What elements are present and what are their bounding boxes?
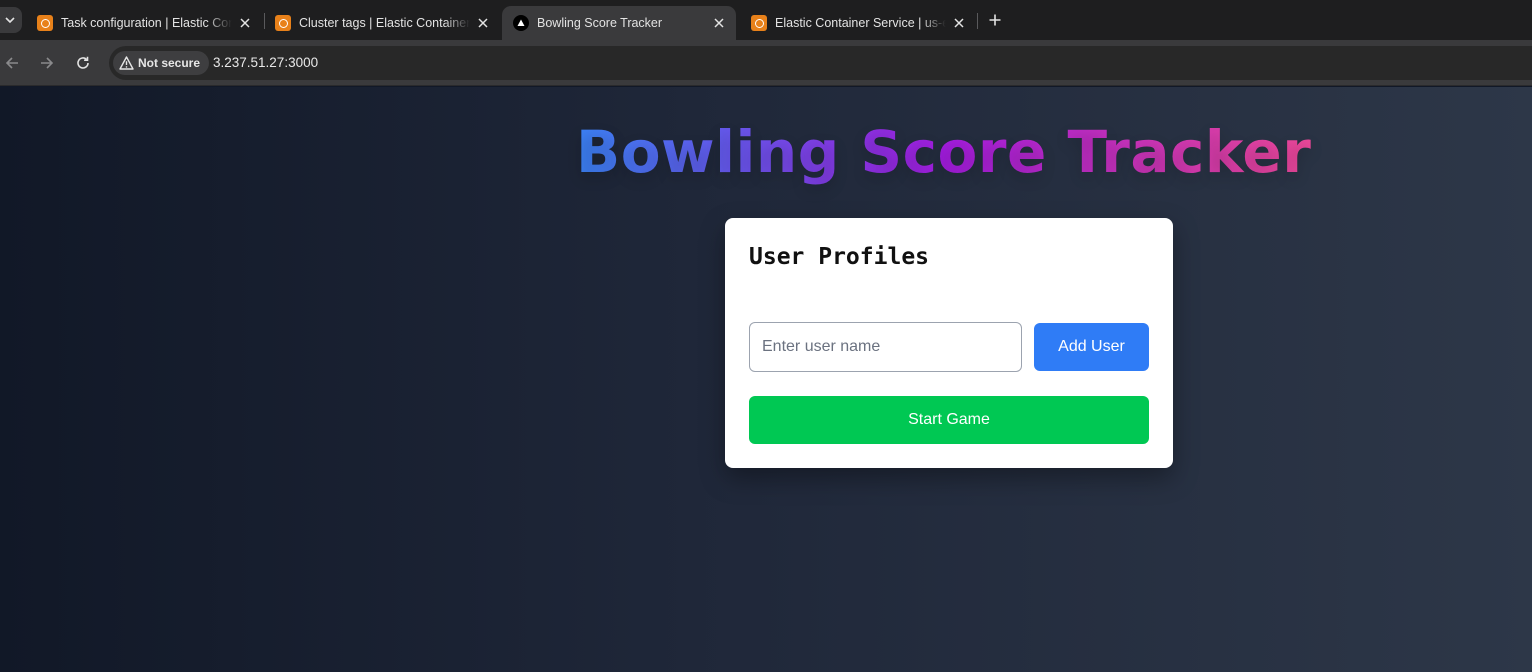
page-title: Bowling Score Tracker bbox=[0, 115, 1532, 189]
close-icon[interactable] bbox=[234, 12, 256, 34]
page-viewport: Bowling Score Tracker User Profiles Add … bbox=[0, 87, 1532, 672]
browser-tab-elastic-container-service[interactable]: Elastic Container Service | us-ea bbox=[740, 6, 976, 40]
back-button[interactable] bbox=[0, 51, 24, 75]
forward-button[interactable] bbox=[35, 51, 59, 75]
browser-tab-strip: Task configuration | Elastic Cont Cluste… bbox=[0, 0, 1532, 40]
chevron-down-icon bbox=[5, 17, 15, 24]
tab-title: Cluster tags | Elastic Container S bbox=[299, 16, 470, 30]
arrow-left-icon bbox=[5, 57, 18, 69]
security-indicator[interactable]: Not secure bbox=[113, 51, 210, 75]
reload-icon bbox=[77, 56, 89, 69]
user-name-input[interactable] bbox=[749, 322, 1022, 372]
user-profiles-heading: User Profiles bbox=[749, 244, 930, 270]
tab-separator bbox=[977, 13, 978, 29]
tab-title: Elastic Container Service | us-ea bbox=[775, 16, 946, 30]
reload-button[interactable] bbox=[71, 51, 95, 75]
tab-search-button[interactable] bbox=[0, 7, 22, 33]
browser-toolbar: Not secure 3.237.51.27:3000 bbox=[0, 40, 1532, 86]
user-profiles-card: User Profiles Add User Start Game bbox=[725, 218, 1173, 468]
arrow-right-icon bbox=[41, 57, 54, 69]
warning-icon bbox=[119, 56, 134, 70]
nextjs-icon bbox=[513, 15, 529, 31]
close-icon[interactable] bbox=[472, 12, 494, 34]
aws-ecs-icon bbox=[275, 15, 291, 31]
aws-ecs-icon bbox=[751, 15, 767, 31]
security-label: Not secure bbox=[138, 56, 201, 70]
start-game-button[interactable]: Start Game bbox=[749, 396, 1149, 444]
page-title-text: Bowling Score Tracker bbox=[576, 118, 1312, 186]
close-icon[interactable] bbox=[948, 12, 970, 34]
new-tab-button[interactable] bbox=[984, 9, 1006, 31]
address-bar[interactable]: Not secure 3.237.51.27:3000 bbox=[109, 46, 1532, 80]
plus-icon bbox=[989, 14, 1001, 26]
tab-title: Bowling Score Tracker bbox=[537, 16, 663, 30]
close-icon[interactable] bbox=[708, 12, 730, 34]
add-user-button[interactable]: Add User bbox=[1034, 323, 1149, 371]
tab-title: Task configuration | Elastic Cont bbox=[61, 16, 232, 30]
browser-tab-bowling-score-tracker[interactable]: Bowling Score Tracker bbox=[502, 6, 736, 40]
browser-tab-task-configuration[interactable]: Task configuration | Elastic Cont bbox=[26, 6, 262, 40]
aws-ecs-icon bbox=[37, 15, 53, 31]
url-text[interactable]: 3.237.51.27:3000 bbox=[213, 55, 318, 70]
browser-tab-cluster-tags[interactable]: Cluster tags | Elastic Container S bbox=[264, 6, 500, 40]
